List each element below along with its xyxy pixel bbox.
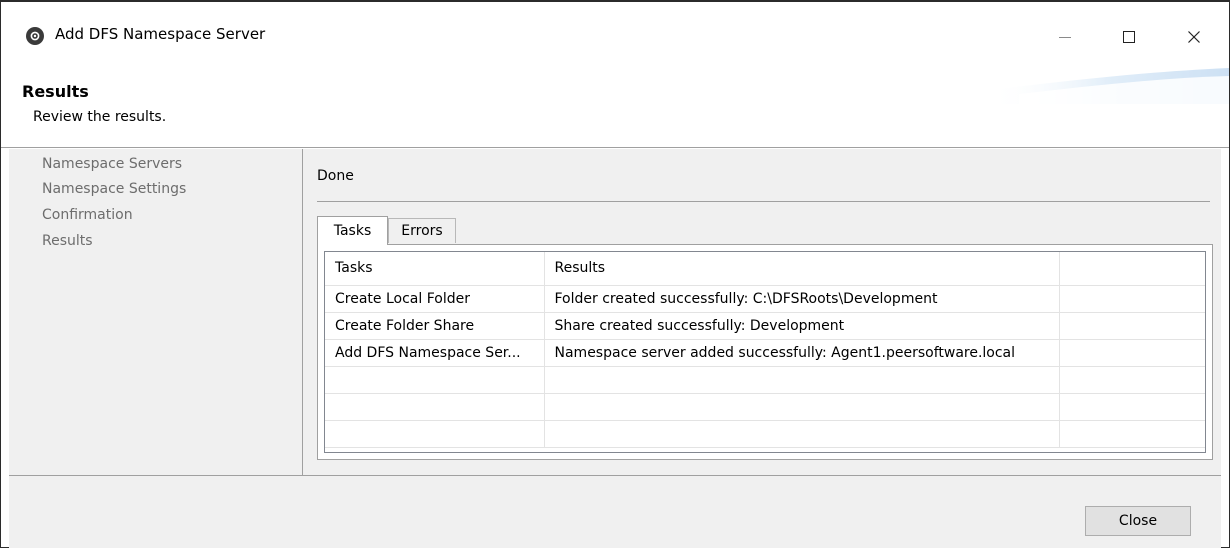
column-header-filler xyxy=(1059,252,1205,286)
maximize-button[interactable] xyxy=(1106,17,1152,57)
cell-result xyxy=(544,366,1060,394)
maximize-icon xyxy=(1123,31,1135,43)
cell-task: Create Local Folder xyxy=(325,285,545,313)
cell-task xyxy=(325,420,545,448)
peer-logo-icon xyxy=(26,27,44,45)
column-header-tasks[interactable]: Tasks xyxy=(325,252,545,286)
nav-item-namespace-servers: Namespace Servers xyxy=(42,156,183,172)
cell-result: Namespace server added successfully: Age… xyxy=(544,339,1060,367)
results-table[interactable]: Tasks Results Create Local Folder Folder… xyxy=(324,251,1206,453)
close-icon xyxy=(1188,31,1200,43)
cell-result xyxy=(544,420,1060,448)
cell-task: Add DFS Namespace Ser... xyxy=(325,339,545,367)
cell-filler xyxy=(1059,420,1205,448)
header-divider xyxy=(1,147,1229,148)
header-banner-graphic xyxy=(989,68,1229,104)
status-divider xyxy=(317,201,1210,202)
wizard-steps-nav: Namespace Servers Namespace Settings Con… xyxy=(9,149,303,475)
title-bar: Add DFS Namespace Server xyxy=(1,2,1229,64)
nav-item-results: Results xyxy=(42,233,93,249)
results-content: Done Tasks Errors Tasks Results Create L… xyxy=(303,149,1221,475)
cell-filler xyxy=(1059,366,1205,394)
page-subtitle: Review the results. xyxy=(33,109,167,125)
cell-filler xyxy=(1059,339,1205,367)
table-row xyxy=(325,393,1205,421)
table-row[interactable]: Create Local Folder Folder created succe… xyxy=(325,285,1205,313)
cell-result xyxy=(544,393,1060,421)
nav-item-confirmation: Confirmation xyxy=(42,207,133,223)
cell-filler xyxy=(1059,312,1205,340)
wizard-footer: Close xyxy=(9,476,1221,548)
cell-result: Folder created successfully: C:\DFSRoots… xyxy=(544,285,1060,313)
wizard-header: Results Review the results. xyxy=(1,64,1229,148)
tasks-tab-panel: Tasks Results Create Local Folder Folder… xyxy=(317,244,1213,460)
minimize-icon xyxy=(1059,37,1071,38)
cell-task: Create Folder Share xyxy=(325,312,545,340)
table-row[interactable]: Add DFS Namespace Ser... Namespace serve… xyxy=(325,339,1205,367)
cell-result: Share created successfully: Development xyxy=(544,312,1060,340)
close-window-button[interactable] xyxy=(1171,17,1217,57)
status-text: Done xyxy=(317,168,354,184)
table-row xyxy=(325,420,1205,448)
close-button[interactable]: Close xyxy=(1085,506,1191,536)
cell-filler xyxy=(1059,285,1205,313)
column-header-results[interactable]: Results xyxy=(544,252,1060,286)
table-row[interactable]: Create Folder Share Share created succes… xyxy=(325,312,1205,340)
cell-task xyxy=(325,393,545,421)
table-header-row: Tasks Results xyxy=(325,252,1205,286)
table-row xyxy=(325,366,1205,394)
cell-task xyxy=(325,366,545,394)
tab-errors[interactable]: Errors xyxy=(388,218,456,243)
tab-tasks[interactable]: Tasks xyxy=(317,216,388,245)
window-title: Add DFS Namespace Server xyxy=(55,25,266,43)
cell-filler xyxy=(1059,393,1205,421)
nav-item-namespace-settings: Namespace Settings xyxy=(42,181,187,197)
minimize-button[interactable] xyxy=(1042,17,1088,57)
page-title: Results xyxy=(22,82,89,101)
dialog-window: Add DFS Namespace Server Results Review … xyxy=(0,0,1230,548)
